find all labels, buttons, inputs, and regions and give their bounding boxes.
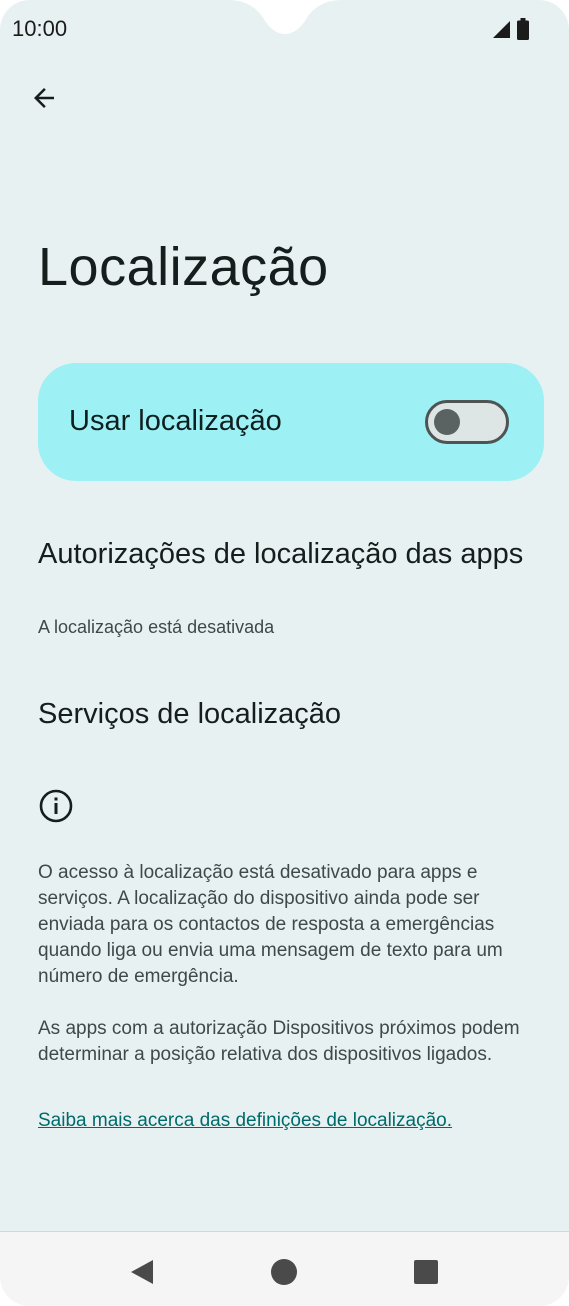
arrow-left-icon	[34, 88, 54, 108]
camera-notch	[228, 0, 342, 34]
nav-recents-button[interactable]	[406, 1252, 446, 1292]
app-location-permissions-summary: A localização está desativada	[38, 617, 275, 637]
screen: 10:00 Localização Usar localização Autor	[0, 0, 569, 1306]
signal-icon	[493, 21, 510, 38]
use-location-toggle[interactable]	[425, 400, 509, 444]
use-location-switch-bar[interactable]: Usar localização	[38, 363, 544, 481]
toggle-thumb	[434, 409, 460, 435]
triangle-back-icon	[131, 1260, 153, 1284]
circle-home-icon	[271, 1259, 297, 1285]
nav-home-button[interactable]	[264, 1252, 304, 1292]
square-recents-icon	[414, 1260, 438, 1284]
battery-icon	[517, 18, 529, 40]
footer-paragraph-1: O acesso à localização está desativado p…	[38, 862, 503, 987]
app-location-permissions-item[interactable]: Autorizações de localização das apps A l…	[0, 530, 569, 650]
back-button[interactable]	[22, 78, 66, 118]
status-time: 10:00	[12, 16, 68, 41]
location-services-title: Serviços de localização	[38, 698, 342, 730]
navigation-bar	[0, 1231, 569, 1306]
footer-paragraph-2: As apps com a autorização Dispositivos p…	[38, 1018, 520, 1065]
app-location-permissions-title: Autorizações de localização das apps	[38, 538, 524, 570]
status-bar: 10:00	[0, 0, 569, 58]
location-services-item[interactable]: Serviços de localização	[0, 680, 569, 752]
status-icons	[491, 18, 529, 40]
info-icon	[39, 789, 73, 823]
use-location-label: Usar localização	[69, 405, 282, 437]
nav-back-button[interactable]	[122, 1252, 162, 1292]
page-title: Localização	[38, 237, 329, 297]
learn-more-link[interactable]: Saiba mais acerca das definições de loca…	[38, 1110, 452, 1132]
